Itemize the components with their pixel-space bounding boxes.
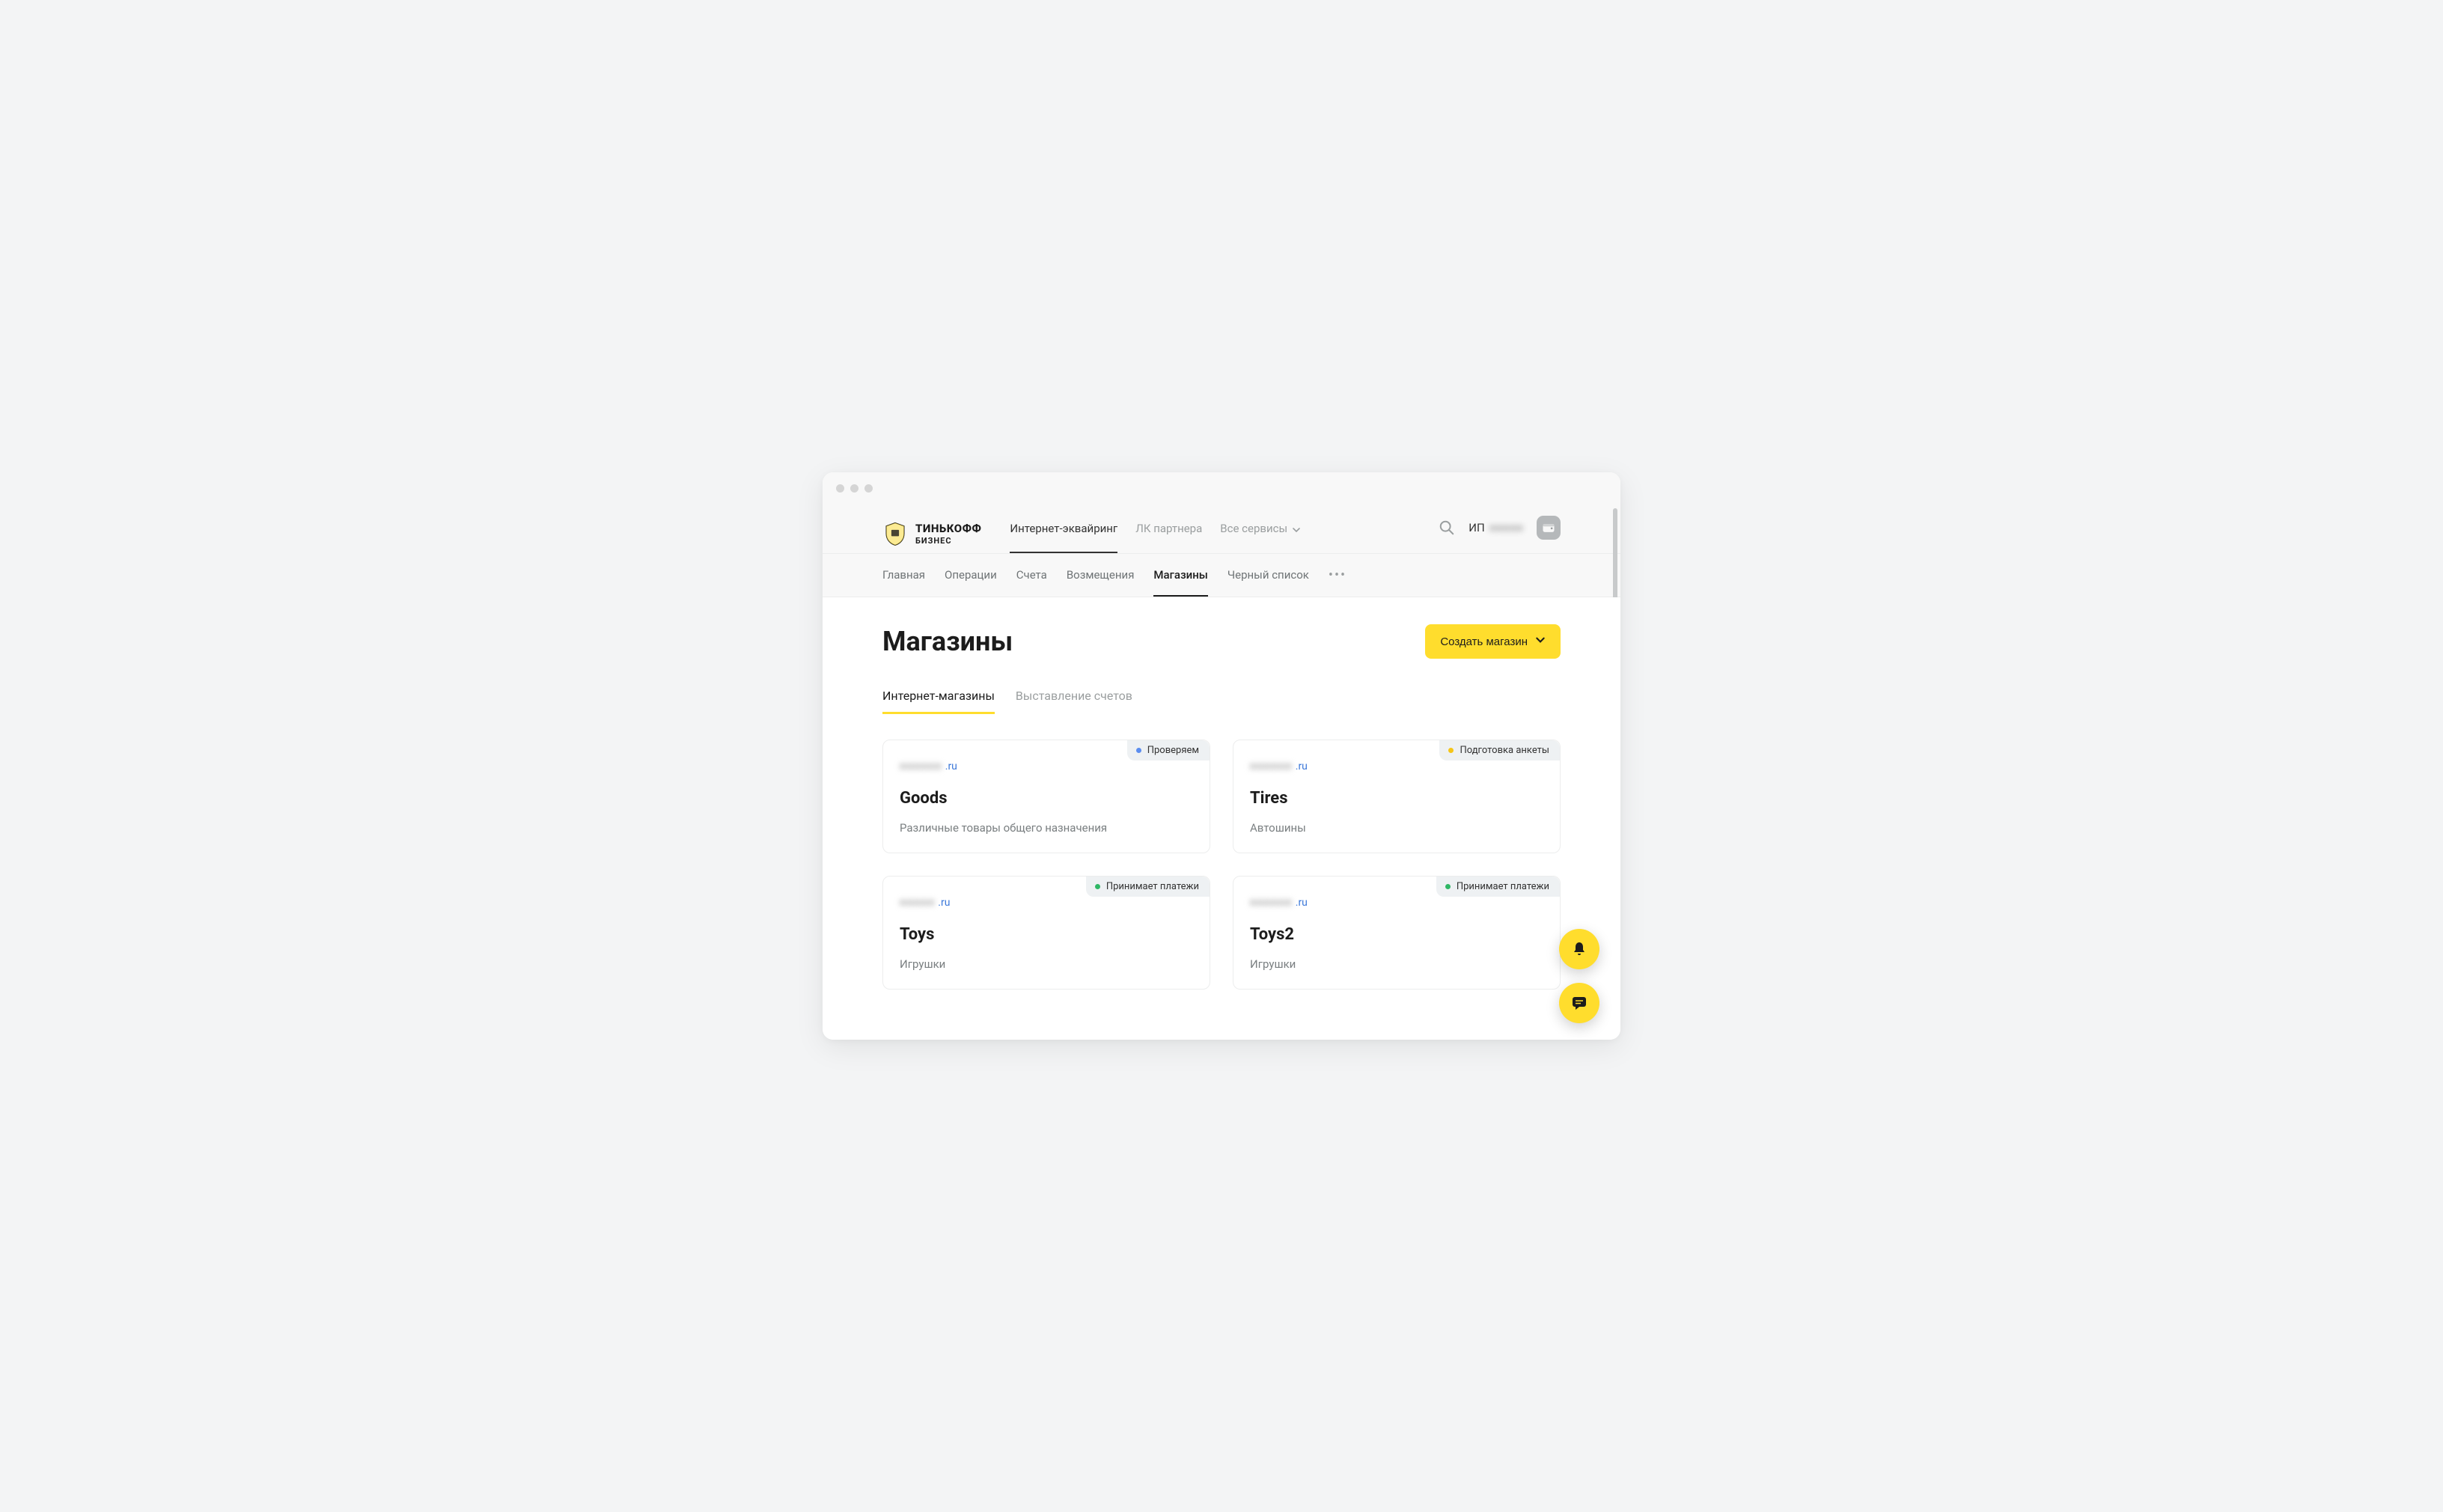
nav-partner[interactable]: ЛК партнера xyxy=(1135,514,1202,553)
main-nav: Интернет-эквайринг ЛК партнера Все серви… xyxy=(1010,514,1418,553)
shop-description: Различные товары общего назначения xyxy=(900,821,1193,835)
nav-acquiring[interactable]: Интернет-эквайринг xyxy=(1010,514,1117,553)
subnav-refunds[interactable]: Возмещения xyxy=(1067,555,1135,597)
header: ТИНЬКОФФ БИЗНЕС Интернет-эквайринг ЛК па… xyxy=(823,504,1620,554)
shop-description: Игрушки xyxy=(900,957,1193,971)
status-label: Подготовка анкеты xyxy=(1460,745,1549,756)
notifications-fab[interactable] xyxy=(1559,929,1599,969)
shop-description: Игрушки xyxy=(1250,957,1543,971)
shop-url-tld: .ru xyxy=(1296,760,1308,772)
logo[interactable]: ТИНЬКОФФ БИЗНЕС xyxy=(882,521,981,546)
stage: ТИНЬКОФФ БИЗНЕС Интернет-эквайринг ЛК па… xyxy=(698,432,1745,1080)
shop-url-tld: .ru xyxy=(945,760,957,772)
shop-url[interactable]: ■■■■■■.ru xyxy=(1250,760,1543,772)
header-right: ИП ■■■■■ xyxy=(1439,516,1561,552)
bell-icon xyxy=(1570,940,1588,958)
subnav-invoices[interactable]: Счета xyxy=(1016,555,1047,597)
create-shop-label: Создать магазин xyxy=(1440,635,1528,648)
shop-url[interactable]: ■■■■■■.ru xyxy=(900,760,1193,772)
content: Магазины Создать магазин Интернет-магази… xyxy=(823,597,1620,1040)
page-title: Магазины xyxy=(882,626,1013,657)
status-chip: Принимает платежи xyxy=(1086,877,1210,897)
user-prefix: ИП xyxy=(1468,521,1484,534)
status-dot-icon xyxy=(1448,748,1454,753)
shop-url-hidden: ■■■■■■ xyxy=(1250,760,1293,772)
shops-grid: Проверяем■■■■■■.ruGoodsРазличные товары … xyxy=(882,740,1561,990)
tab-invoicing[interactable]: Выставление счетов xyxy=(1016,689,1132,714)
nav-all-services-label: Все сервисы xyxy=(1220,522,1287,535)
shop-name: Tires xyxy=(1250,789,1543,808)
subnav-operations[interactable]: Операции xyxy=(945,555,997,597)
tab-online-shops[interactable]: Интернет-магазины xyxy=(882,689,995,714)
shop-name: Goods xyxy=(900,789,1193,808)
window-close-dot[interactable] xyxy=(836,484,844,493)
nav-all-services[interactable]: Все сервисы xyxy=(1220,514,1301,553)
shop-url-tld: .ru xyxy=(938,897,950,909)
status-chip: Принимает платежи xyxy=(1436,877,1560,897)
window-zoom-dot[interactable] xyxy=(864,484,873,493)
status-chip: Подготовка анкеты xyxy=(1439,740,1560,760)
status-dot-icon xyxy=(1136,748,1141,753)
brand-subline: БИЗНЕС xyxy=(915,537,981,545)
status-dot-icon xyxy=(1095,884,1100,889)
shop-card[interactable]: Проверяем ■■■■■■.ru Goods Различные товары … xyxy=(882,740,1210,853)
window-minimize-dot[interactable] xyxy=(850,484,858,493)
tabs: Интернет-магазины Выставление счетов xyxy=(882,689,1561,714)
chevron-down-icon xyxy=(1292,524,1301,533)
shop-name: Toys2 xyxy=(1250,925,1543,944)
logo-text: ТИНЬКОФФ БИЗНЕС xyxy=(915,523,981,545)
shop-url-tld: .ru xyxy=(1296,897,1308,909)
wallet-icon[interactable] xyxy=(1537,516,1561,540)
user-label[interactable]: ИП ■■■■■ xyxy=(1468,521,1523,534)
subnav-shops[interactable]: Магазины xyxy=(1153,555,1207,597)
create-shop-button[interactable]: Создать магазин xyxy=(1425,624,1561,659)
chevron-down-icon xyxy=(1535,635,1546,648)
shop-url-hidden: ■■■■■■ xyxy=(1250,896,1293,909)
status-label: Принимает платежи xyxy=(1457,881,1549,892)
chat-icon xyxy=(1570,994,1588,1012)
shop-card[interactable]: Принимает платежи ■■■■■.ru Toys Игрушки xyxy=(882,876,1210,990)
status-dot-icon xyxy=(1445,884,1451,889)
shop-description: Автошины xyxy=(1250,821,1543,835)
brand-name: ТИНЬКОФФ xyxy=(915,523,981,534)
window-titlebar xyxy=(823,472,1620,504)
search-icon[interactable] xyxy=(1439,519,1455,536)
shop-url-hidden: ■■■■■ xyxy=(900,896,935,909)
subnav-home[interactable]: Главная xyxy=(882,555,925,597)
status-label: Принимает платежи xyxy=(1106,881,1199,892)
shop-url[interactable]: ■■■■■.ru xyxy=(900,896,1193,909)
chat-fab[interactable] xyxy=(1559,983,1599,1023)
logo-shield-icon xyxy=(882,521,908,546)
shop-url-hidden: ■■■■■■ xyxy=(900,760,942,772)
status-chip: Проверяем xyxy=(1127,740,1210,760)
shop-card[interactable]: Принимает платежи ■■■■■■.ru Toys2 Игрушки xyxy=(1233,876,1561,990)
shop-card[interactable]: Подготовка анкеты ■■■■■■.ru Tires Автошины xyxy=(1233,740,1561,853)
page-head: Магазины Создать магазин xyxy=(882,624,1561,659)
status-label: Проверяем xyxy=(1147,745,1199,756)
fab-column xyxy=(1559,929,1599,1023)
browser-window: ТИНЬКОФФ БИЗНЕС Интернет-эквайринг ЛК па… xyxy=(823,472,1620,1040)
shop-url[interactable]: ■■■■■■.ru xyxy=(1250,896,1543,909)
subnav-more-icon[interactable]: ••• xyxy=(1329,554,1346,597)
user-name-hidden: ■■■■■ xyxy=(1489,521,1523,534)
sub-nav: Главная Операции Счета Возмещения Магази… xyxy=(823,554,1620,597)
shop-name: Toys xyxy=(900,925,1193,944)
subnav-blacklist[interactable]: Черный список xyxy=(1227,555,1309,597)
